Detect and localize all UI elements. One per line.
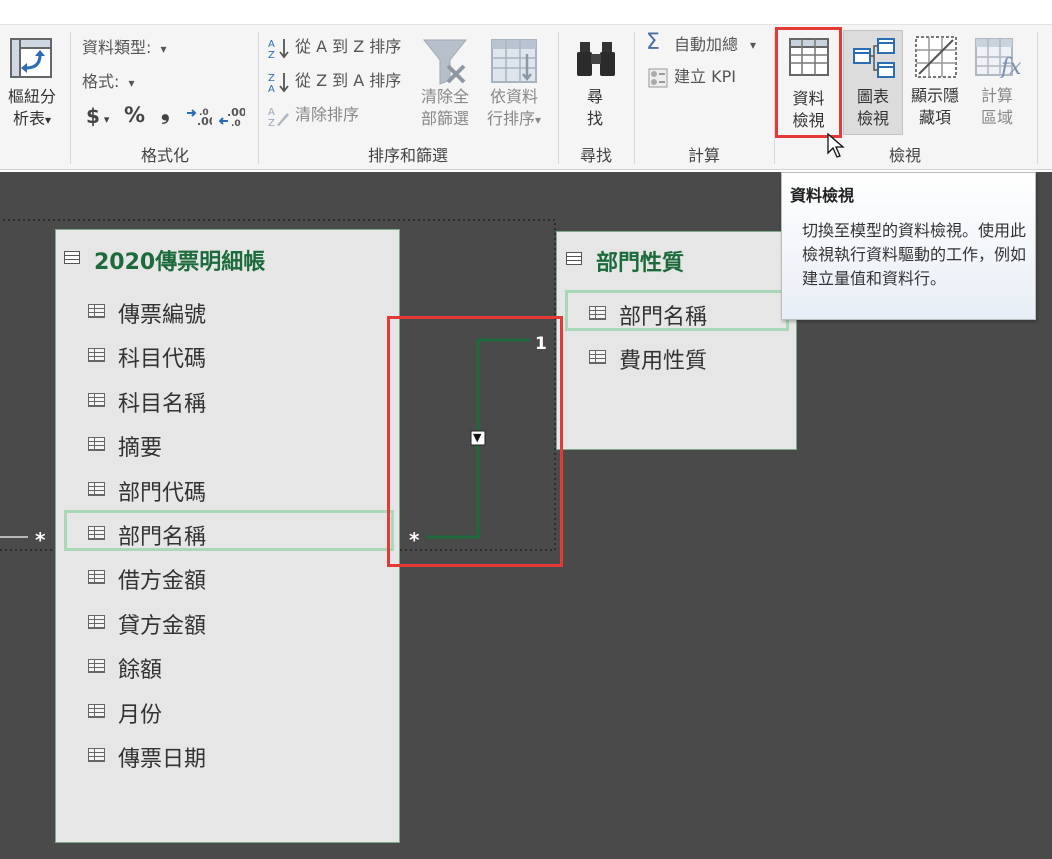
relationship-highlight-box (387, 316, 563, 567)
tooltip-body: 切換至模型的資料檢視。使用此檢視執行資料驅動的工作，例如建立量值和資料行。 (802, 221, 1027, 288)
data-view-tooltip: 資料檢視 切換至模型的資料檢視。使用此檢視執行資料驅動的工作，例如建立量值和資料… (781, 172, 1036, 320)
tooltip-title: 資料檢視 (790, 186, 855, 205)
mouse-cursor-icon (827, 133, 845, 158)
left-many-side-marker: * (35, 528, 46, 552)
